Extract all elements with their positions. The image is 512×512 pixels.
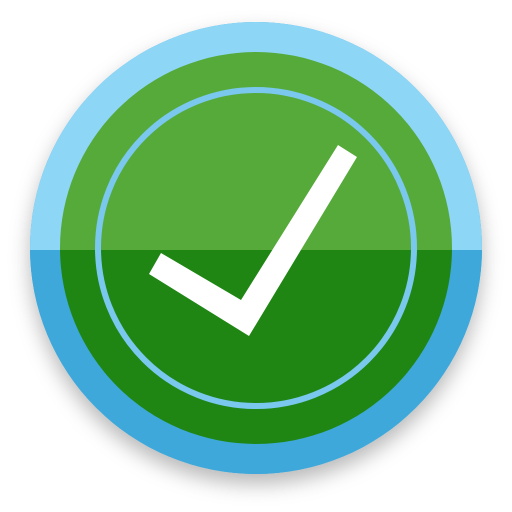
- checkmark-badge-icon: [30, 22, 482, 474]
- app-icon: [0, 0, 512, 512]
